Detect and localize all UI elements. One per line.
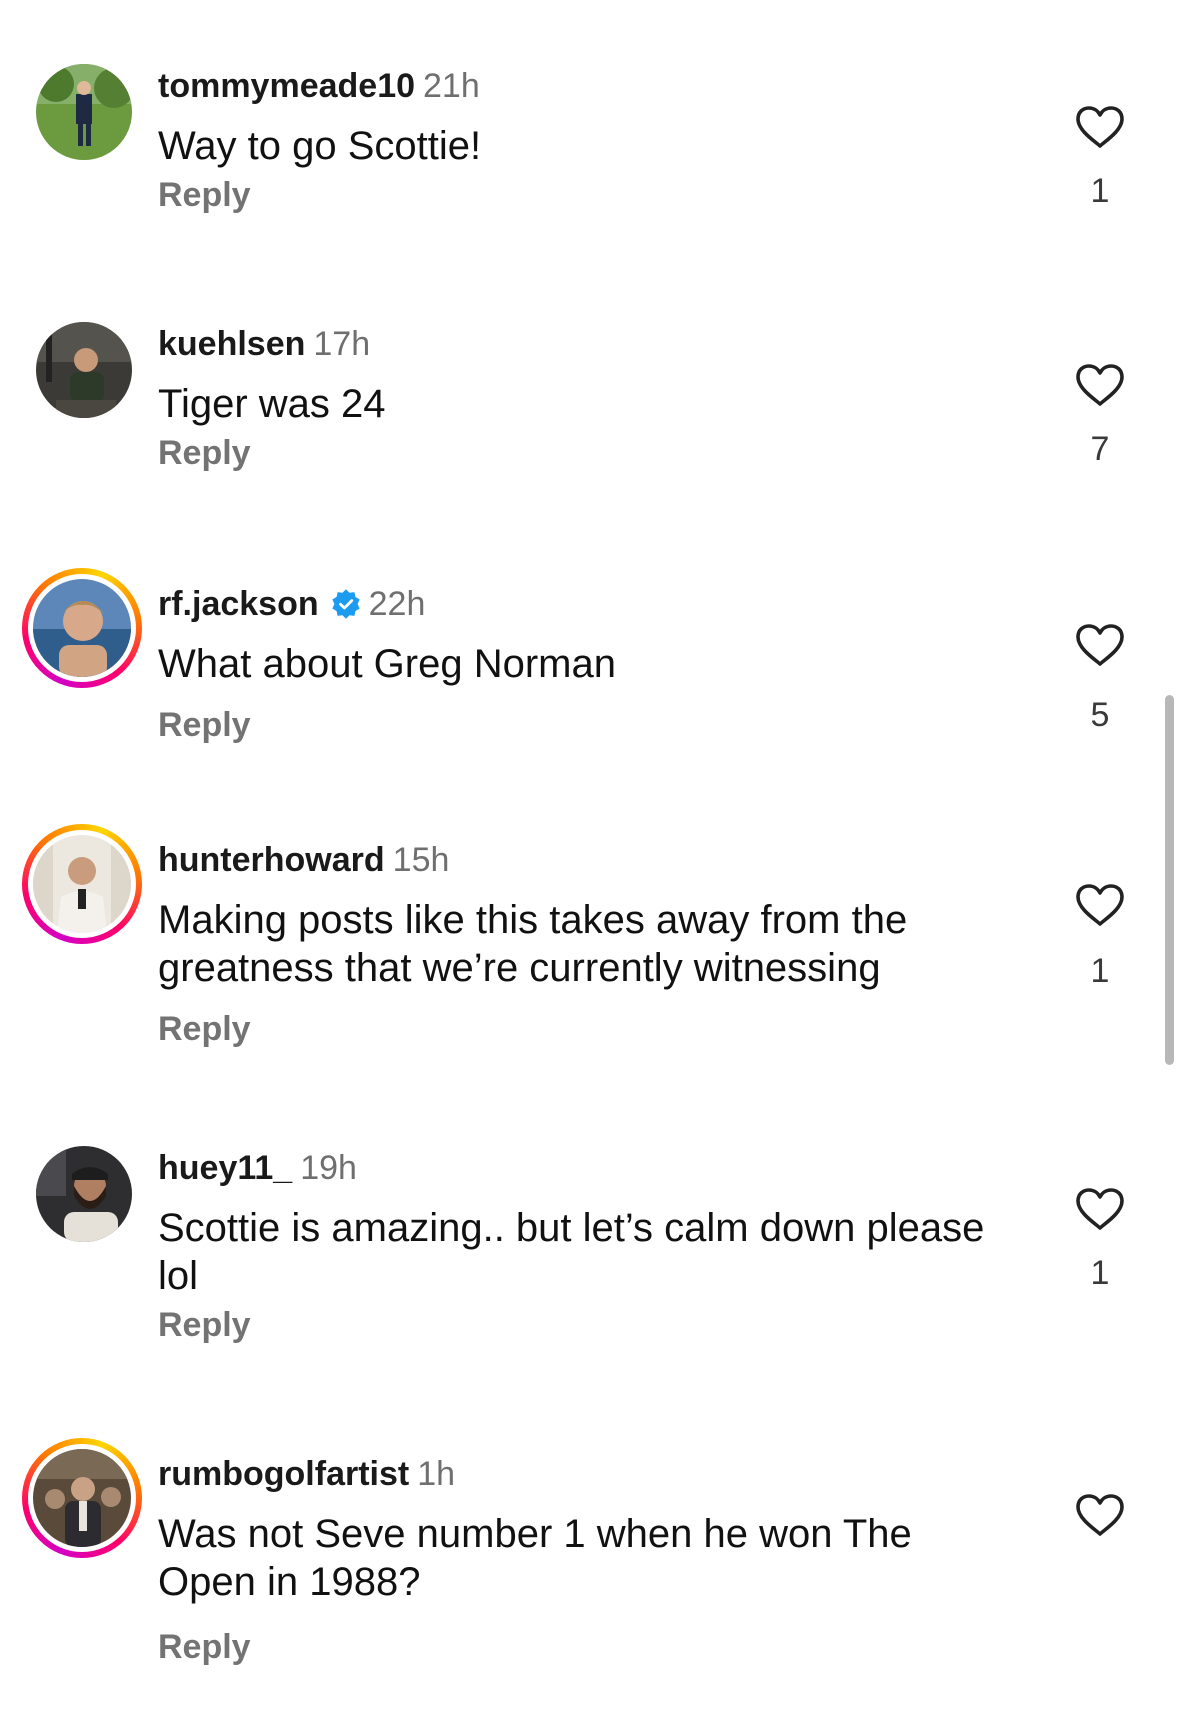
- reply-button[interactable]: Reply: [158, 706, 251, 745]
- avatar-photo: [33, 835, 131, 933]
- avatar-photo: [33, 1449, 131, 1547]
- comment-header: tommymeade10 21h: [158, 66, 480, 106]
- like-count: 1: [1090, 952, 1110, 990]
- comment-username[interactable]: hunterhoward: [158, 841, 385, 879]
- comment-username[interactable]: rumbogolfartist: [158, 1455, 409, 1493]
- avatar-photo: [36, 1146, 132, 1242]
- comment-username[interactable]: tommymeade10: [158, 67, 415, 105]
- comment-text: Tiger was 24: [158, 382, 386, 426]
- avatar[interactable]: [22, 568, 142, 688]
- avatar-photo: [36, 64, 132, 160]
- comment-text: What about Greg Norman: [158, 642, 616, 686]
- comment-username[interactable]: huey11_: [158, 1149, 292, 1187]
- heart-outline-icon[interactable]: [1074, 1186, 1126, 1232]
- comment-text: Scottie is amazing.. but let’s calm down…: [158, 1206, 985, 1298]
- comment-username[interactable]: rf.jackson: [158, 585, 319, 623]
- comment-timestamp: 15h: [392, 841, 450, 879]
- heart-outline-icon[interactable]: [1074, 362, 1126, 408]
- heart-outline-icon[interactable]: [1074, 622, 1126, 668]
- comment-timestamp: 21h: [423, 67, 480, 105]
- comment-timestamp: 22h: [368, 585, 426, 623]
- comment-username[interactable]: kuehlsen: [158, 325, 305, 363]
- comment-text: Making posts like this takes away from t…: [158, 898, 908, 990]
- comment-text: Was not Seve number 1 when he won The Op…: [158, 1512, 912, 1604]
- comment-timestamp: 17h: [313, 325, 371, 363]
- comment-header: hunterhoward 15h: [158, 840, 449, 880]
- avatar-photo: [36, 322, 132, 418]
- comment-text: Way to go Scottie!: [158, 124, 482, 168]
- comment-timestamp: 19h: [300, 1149, 357, 1187]
- comment-header: rf.jackson 22h: [158, 584, 425, 624]
- comment-timestamp: 1h: [417, 1455, 456, 1493]
- like-count: 5: [1090, 696, 1110, 734]
- heart-outline-icon[interactable]: [1074, 1492, 1126, 1538]
- comment-header: huey11_ 19h: [158, 1148, 357, 1188]
- reply-button[interactable]: Reply: [158, 1628, 251, 1667]
- like-count: 1: [1090, 1254, 1110, 1292]
- verified-badge-icon: [332, 589, 360, 619]
- avatar[interactable]: [36, 64, 132, 160]
- avatar-photo: [33, 579, 131, 677]
- like-count: 7: [1090, 430, 1110, 468]
- avatar[interactable]: [36, 1146, 132, 1242]
- avatar[interactable]: [22, 1438, 142, 1558]
- reply-button[interactable]: Reply: [158, 1010, 251, 1049]
- reply-button[interactable]: Reply: [158, 434, 251, 473]
- avatar[interactable]: [36, 322, 132, 418]
- reply-button[interactable]: Reply: [158, 1306, 251, 1345]
- scrollbar-thumb[interactable]: [1165, 695, 1174, 1065]
- comment-header: kuehlsen 17h: [158, 324, 370, 364]
- comment-header: rumbogolfartist 1h: [158, 1454, 455, 1494]
- heart-outline-icon[interactable]: [1074, 882, 1126, 928]
- reply-button[interactable]: Reply: [158, 176, 251, 215]
- heart-outline-icon[interactable]: [1074, 104, 1126, 150]
- avatar[interactable]: [22, 824, 142, 944]
- like-count: 1: [1090, 172, 1110, 210]
